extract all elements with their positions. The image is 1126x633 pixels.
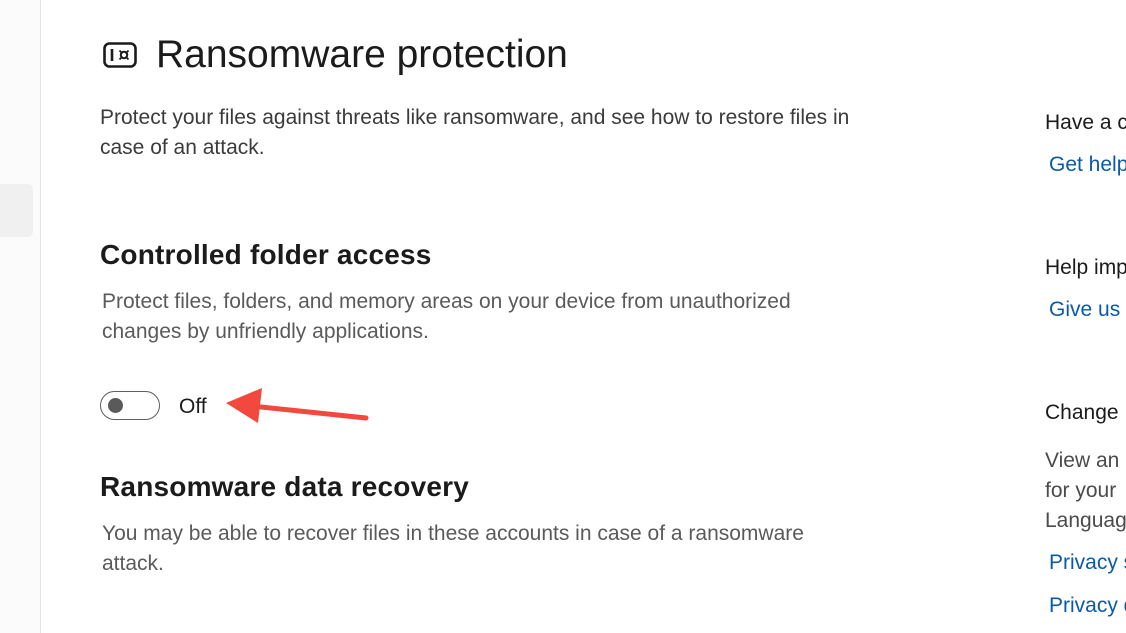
- privacy-text-line-3: Languag: [1045, 509, 1126, 532]
- page-description: Protect your files against threats like …: [100, 106, 850, 159]
- toggle-knob: [108, 398, 123, 413]
- controlled-folder-access-toggle[interactable]: [100, 391, 160, 420]
- navigation-rail: [0, 0, 41, 633]
- controlled-folder-access-heading: Controlled folder access: [100, 239, 432, 270]
- change-privacy-heading: Change: [1045, 401, 1119, 424]
- privacy-text-line-2: for your: [1045, 479, 1117, 502]
- ransomware-shield-icon: [103, 42, 137, 68]
- toggle-state-label: Off: [179, 395, 207, 418]
- window: Ransomware protection Protect your files…: [0, 0, 1126, 633]
- privacy-dashboard-link[interactable]: Privacy d: [1049, 594, 1126, 618]
- have-question-heading: Have a c: [1045, 111, 1126, 134]
- get-help-link[interactable]: Get help: [1049, 153, 1126, 177]
- controlled-folder-access-description: Protect files, folders, and memory areas…: [102, 290, 791, 343]
- privacy-settings-link[interactable]: Privacy s: [1049, 551, 1126, 575]
- annotation-arrow-icon: [226, 388, 369, 423]
- help-improve-heading: Help imp: [1045, 256, 1126, 279]
- privacy-text-line-1: View an: [1045, 449, 1120, 472]
- related-links-panel: Have a c Get help Help imp Give us f Cha…: [1045, 0, 1126, 633]
- page-title: Ransomware protection: [156, 33, 568, 76]
- ransomware-data-recovery-heading: Ransomware data recovery: [100, 471, 469, 502]
- nav-selected-item[interactable]: [0, 184, 33, 237]
- ransomware-data-recovery-description: You may be able to recover files in thes…: [102, 522, 804, 575]
- give-feedback-link[interactable]: Give us f: [1049, 298, 1126, 322]
